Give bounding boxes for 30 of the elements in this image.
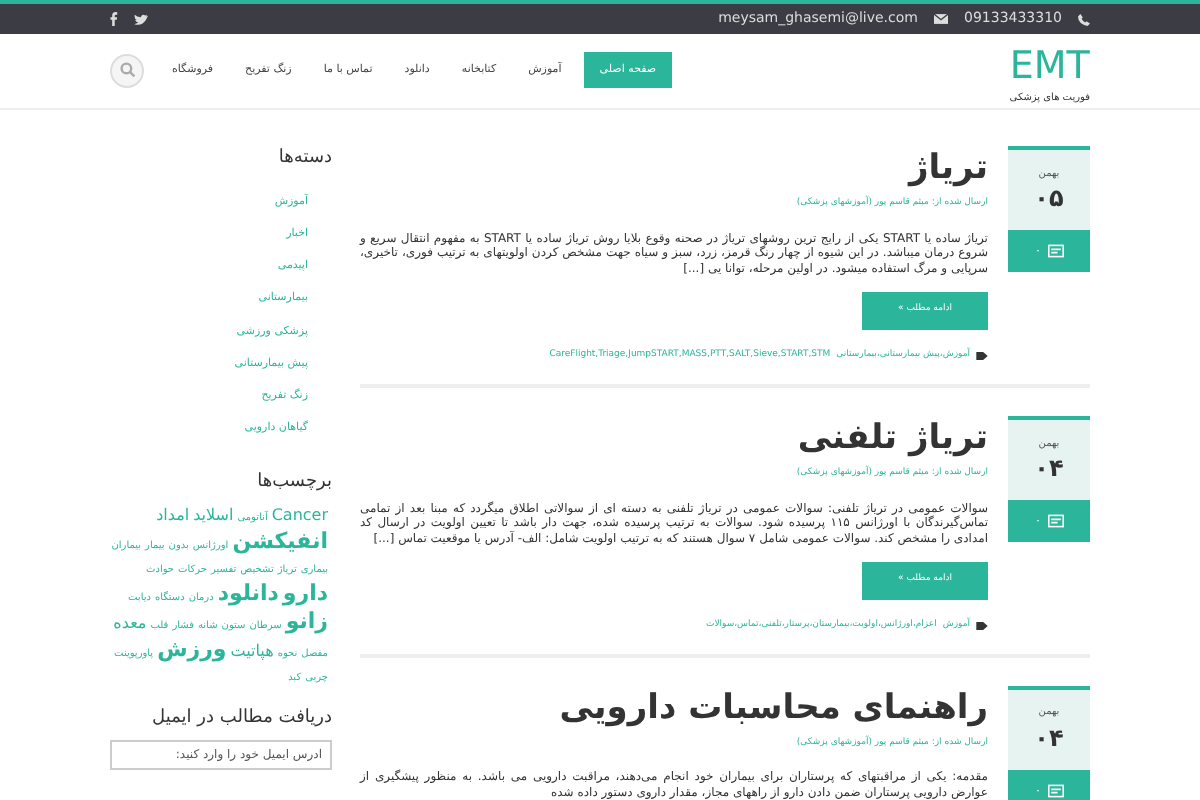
tag-link[interactable]: انفیکشن <box>232 530 328 554</box>
tag-icon <box>976 622 988 631</box>
tag-link[interactable]: دانلود <box>217 582 279 606</box>
site-logo[interactable]: EMT <box>1009 46 1090 86</box>
tag-link[interactable]: دارو <box>282 582 328 606</box>
post-title[interactable]: تریاژ <box>908 146 988 190</box>
widget-title: برچسب‌ها <box>255 469 332 495</box>
envelope-icon <box>934 14 948 24</box>
widget-title: دریافت مطالب در ایمیل <box>150 706 332 732</box>
twitter-icon[interactable] <box>134 13 148 25</box>
tag-link[interactable]: معده <box>113 612 147 636</box>
tag-link[interactable]: ورزش <box>157 638 227 662</box>
tag-link[interactable]: اسلاید <box>193 504 234 528</box>
comment-icon <box>1047 513 1064 528</box>
tag-link[interactable]: زانو <box>285 610 328 634</box>
phone-icon <box>1078 13 1090 25</box>
comment-icon <box>1047 783 1064 797</box>
post-title[interactable]: راهنمای محاسبات دارویی <box>559 685 988 729</box>
widget-title: دسته‌ها <box>276 146 332 172</box>
post-day: ۰۴ <box>1034 456 1064 482</box>
facebook-icon[interactable] <box>110 12 118 26</box>
tag-link[interactable]: Cancer <box>271 504 328 528</box>
tag-link[interactable]: هپاتیت <box>230 640 274 664</box>
search-icon <box>119 62 135 79</box>
tag-icon <box>976 352 988 361</box>
comment-icon <box>1047 244 1064 258</box>
post-day: ۰۵ <box>1034 186 1064 213</box>
post-day: ۰۴ <box>1034 725 1064 752</box>
tag-link[interactable]: امداد <box>156 504 190 528</box>
post-title[interactable]: تریاژ تلفنی <box>797 415 988 460</box>
